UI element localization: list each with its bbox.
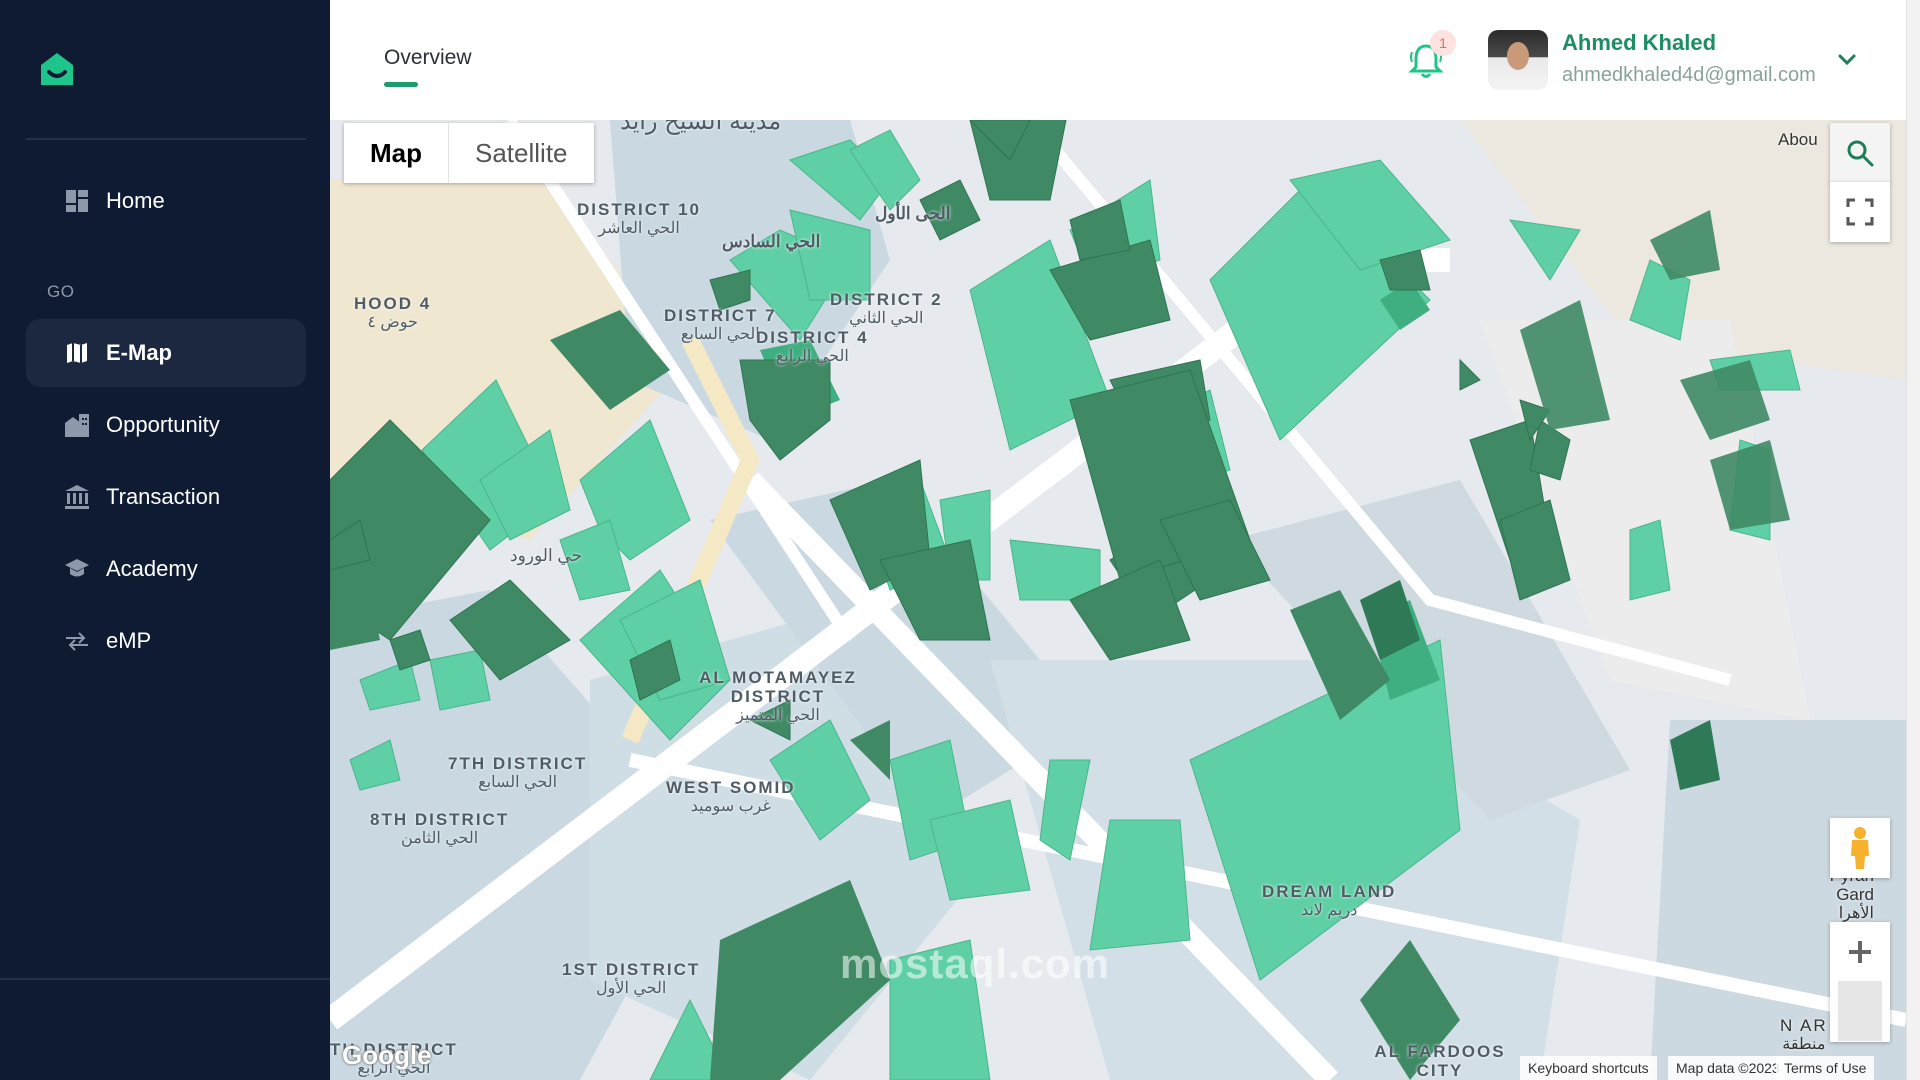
fullscreen-icon (1846, 198, 1874, 226)
sidebar-item-label: Opportunity (106, 412, 220, 437)
map-type-control: Map Satellite (344, 123, 594, 183)
map-type-map-button[interactable]: Map (344, 123, 449, 183)
sidebar-item-opportunity[interactable]: Opportunity (26, 391, 306, 459)
sidebar-item-e-map[interactable]: E-Map (26, 319, 306, 387)
chevron-down-icon[interactable] (1836, 48, 1858, 70)
fullscreen-button[interactable] (1830, 182, 1890, 242)
home-logo-icon[interactable] (38, 50, 76, 88)
sidebar-item-emp[interactable]: eMP (26, 607, 306, 675)
sidebar-divider (26, 138, 306, 140)
map-label-district-6: الحي السادس (722, 232, 821, 251)
bank-icon (64, 484, 90, 510)
sidebar-item-label: eMP (106, 628, 152, 653)
sidebar-item-label: Home (106, 188, 165, 213)
search-icon (1847, 140, 1874, 167)
user-name: Ahmed Khaled (1562, 30, 1717, 55)
map-label-dream-land: DREAM LAND دريم لاند (1262, 882, 1397, 919)
pegman-icon (1851, 827, 1869, 869)
notification-badge: 1 (1430, 30, 1456, 56)
map-canvas[interactable]: مدينة الشيخ زايد DISTRICT 10 الحي العاشر … (330, 120, 1906, 1080)
map-label-district-1: الحى الأول (875, 204, 951, 223)
top-header: Overview 1 Ahmed Khaled ahmedkhaled4d@gm… (330, 0, 1920, 120)
google-logo: Google (342, 1040, 432, 1070)
map-label-roses: حي الورود (510, 546, 583, 565)
map-label-district-4: DISTRICT 4 الحي الرابع (756, 328, 869, 365)
map-label-district-2: DISTRICT 2 الحي الثاني (830, 290, 943, 327)
map-search-button[interactable] (1830, 123, 1890, 183)
sidebar: Home GO E-Map Opportunity Transaction Ac… (0, 0, 330, 1080)
zoom-control (1830, 922, 1890, 1042)
map-label-hood-4: HOOD 4 حوض ٤ (354, 294, 432, 331)
map-label-abou: Abou (1778, 130, 1818, 149)
map-label-al-fardoos: AL FARDOOS CITY (1374, 1042, 1506, 1080)
zoom-in-button[interactable] (1830, 922, 1890, 982)
map-icon (64, 340, 90, 366)
terms-of-use-link[interactable]: Terms of Use (1776, 1056, 1875, 1080)
keyboard-shortcuts-link[interactable]: Keyboard shortcuts (1520, 1056, 1657, 1080)
user-email: ahmedkhaled4d@gmail.com (1562, 64, 1816, 86)
map-label-west-somid: WEST SOMID غرب سوميد (666, 778, 796, 815)
page-scrollbar[interactable] (1906, 0, 1920, 1080)
sidebar-item-label: Academy (106, 556, 198, 581)
map-layer (330, 120, 1906, 1080)
map-label-sheikh-zayed: مدينة الشيخ زايد (620, 120, 782, 135)
graduation-cap-icon (64, 556, 90, 582)
dashboard-icon (64, 188, 90, 214)
map-label-district-10: DISTRICT 10 الحي العاشر (577, 200, 702, 237)
sidebar-item-academy[interactable]: Academy (26, 535, 306, 603)
transfer-arrows-icon (64, 628, 90, 654)
plus-icon (1849, 941, 1871, 963)
tab-active-indicator (384, 82, 418, 87)
map-label-7th-district: 7TH DISTRICT الحي السابع (448, 754, 588, 791)
sidebar-item-label: E-Map (106, 340, 172, 365)
map-data-attribution: Map data ©2023 (1668, 1056, 1788, 1080)
sidebar-item-transaction[interactable]: Transaction (26, 463, 306, 531)
map-label-motamayez: AL MOTAMAYEZ DISTRICT الحي المتميز (699, 668, 857, 724)
map-label-1st-district: 1ST DISTRICT الحي الأول (562, 960, 701, 997)
map-type-satellite-button[interactable]: Satellite (449, 123, 594, 183)
map-label-8th-district: 8TH DISTRICT الحي الثامن (370, 810, 510, 847)
buildings-icon (64, 412, 90, 438)
tab-overview[interactable]: Overview (384, 46, 472, 70)
watermark: mostaql.com (840, 940, 1111, 987)
sidebar-item-home[interactable]: Home (26, 167, 306, 235)
sidebar-section-label: GO (47, 282, 75, 301)
map-label-ar-area: N AR منطقة (1780, 1016, 1828, 1053)
street-view-button[interactable] (1830, 818, 1890, 878)
sidebar-bottom-divider (0, 978, 330, 980)
sidebar-item-label: Transaction (106, 484, 221, 509)
avatar[interactable] (1488, 30, 1548, 90)
